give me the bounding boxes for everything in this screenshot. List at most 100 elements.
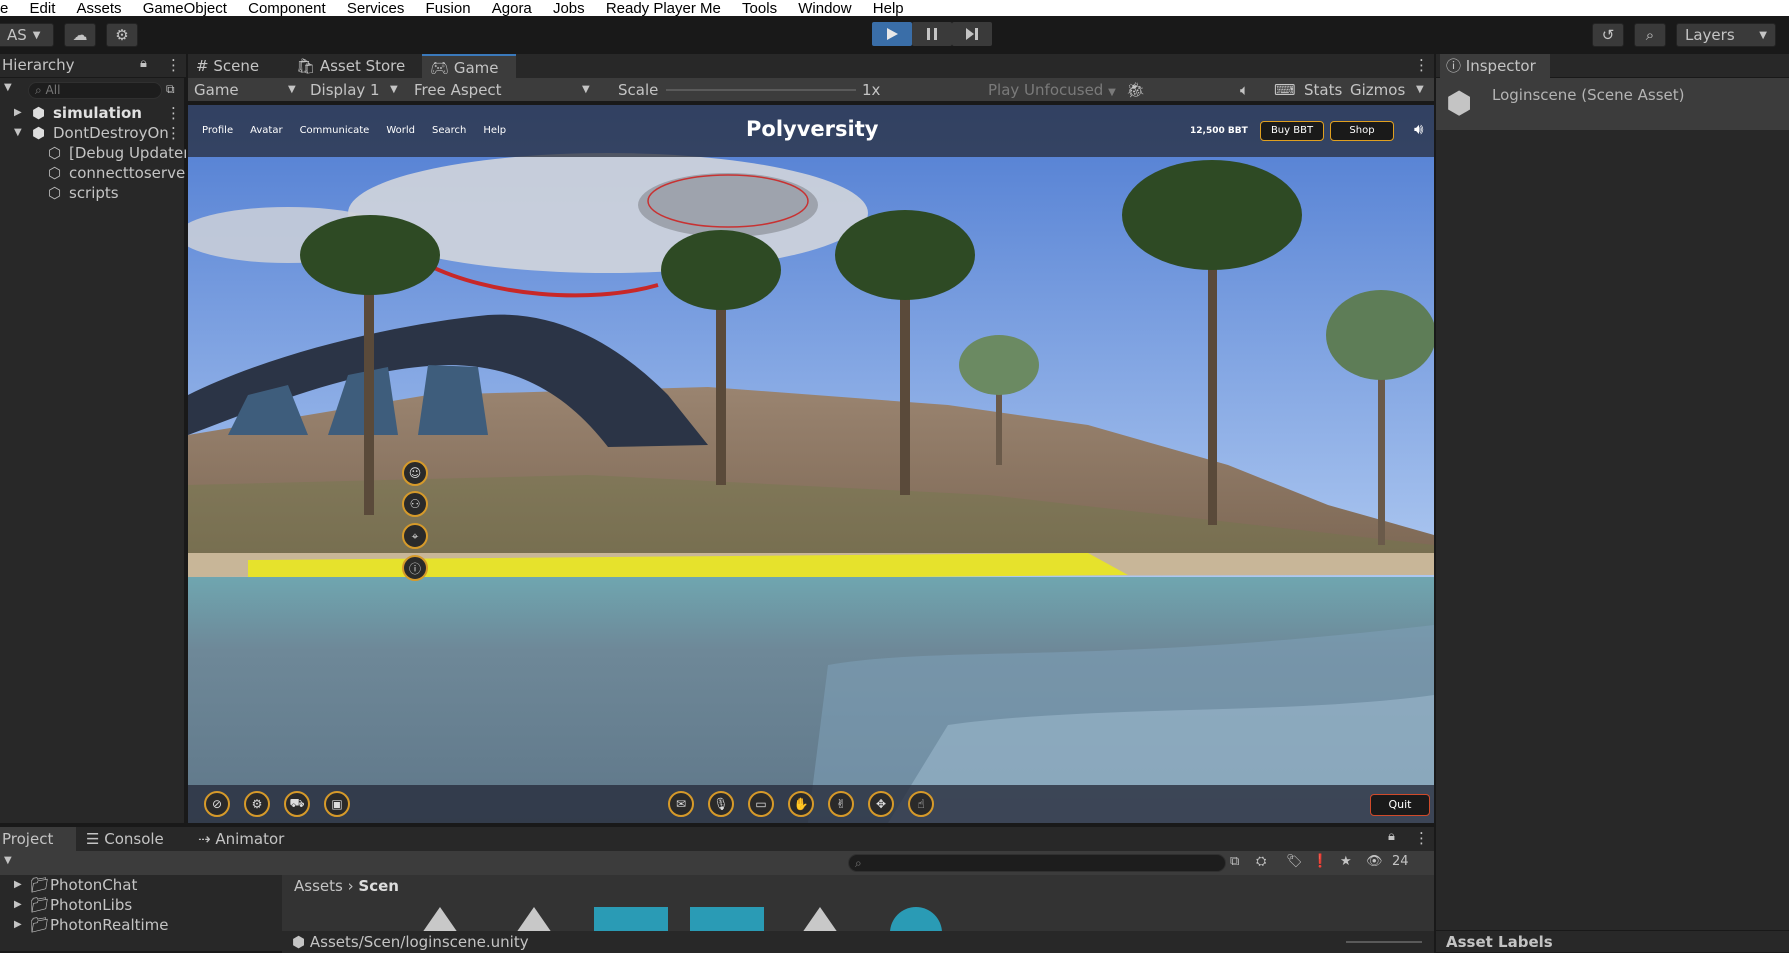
keyboard-shortcuts-icon[interactable]: ⌨ xyxy=(1274,78,1296,102)
game-mode-dropdown[interactable]: Game ▼ xyxy=(194,78,302,102)
tab-inspector[interactable]: ⓘ Inspector xyxy=(1440,54,1550,78)
compass-icon[interactable]: ⊘ xyxy=(204,791,230,817)
add-dropdown-icon[interactable]: ▼ xyxy=(4,82,12,93)
asset-labels-header[interactable]: Asset Labels xyxy=(1436,930,1789,952)
hierarchy-item-connecttoserver[interactable]: ⬡ connecttoserve xyxy=(0,163,186,183)
history-icon[interactable]: ↺ xyxy=(1592,23,1624,47)
menu-item[interactable]: e xyxy=(0,1,8,16)
add-dropdown-icon[interactable]: ▼ xyxy=(4,855,12,866)
bug-icon[interactable]: 🐞︎ xyxy=(1126,78,1145,102)
services-gear-icon[interactable]: ⚙ xyxy=(106,23,138,47)
step-button[interactable] xyxy=(952,22,992,46)
location-icon[interactable]: ⌖ xyxy=(402,523,428,549)
expand-arrow-icon[interactable]: ▶ xyxy=(14,895,22,915)
speaker-icon[interactable]: 🔊︎ xyxy=(1414,120,1423,138)
lock-icon[interactable]: 🔒︎ xyxy=(1388,829,1395,844)
aspect-dropdown[interactable]: Free Aspect ▼ xyxy=(414,78,596,102)
menu-window[interactable]: Window xyxy=(798,1,851,16)
cart-icon[interactable]: ⛟ xyxy=(284,791,310,817)
search-scene-icon[interactable]: ⧉ xyxy=(166,82,175,97)
mute-audio-icon[interactable]: 🔈︎ xyxy=(1240,78,1249,102)
cloud-icon[interactable]: ☁ xyxy=(64,23,96,47)
move-icon[interactable]: ✥ xyxy=(868,791,894,817)
project-search-input[interactable]: ⌕ xyxy=(848,854,1226,872)
layers-dropdown[interactable]: Layers ▼ xyxy=(1676,23,1776,47)
expand-arrow-icon[interactable]: ▶ xyxy=(14,103,22,123)
buy-bbt-button[interactable]: Buy BBT xyxy=(1260,121,1324,141)
expand-arrow-icon[interactable]: ▶ xyxy=(14,875,22,895)
folder-tree-item[interactable]: ▶ 📁︎ PhotonChat xyxy=(0,875,268,895)
hierarchy-item-simulation[interactable]: ▶ ⬢ simulation ⋮ xyxy=(0,103,186,123)
hierarchy-title[interactable]: Hierarchy xyxy=(2,56,75,74)
tab-console[interactable]: ☰ Console xyxy=(86,827,164,851)
robot-icon[interactable]: ⚇ xyxy=(402,491,428,517)
game-nav-search[interactable]: Search xyxy=(432,125,466,136)
hierarchy-item-debug-updater[interactable]: ⬡ [Debug Updater xyxy=(0,143,186,163)
gizmos-button[interactable]: Gizmos xyxy=(1350,78,1405,102)
menu-gameobject[interactable]: GameObject xyxy=(143,1,227,16)
display-dropdown[interactable]: Display 1 ▼ xyxy=(310,78,406,102)
menu-ready-player-me[interactable]: Ready Player Me xyxy=(606,1,721,16)
game-nav-help[interactable]: Help xyxy=(483,125,506,136)
pause-button[interactable] xyxy=(912,22,952,46)
asset-thumbnail[interactable] xyxy=(594,907,668,933)
emote-icon[interactable]: ✌ xyxy=(828,791,854,817)
tab-animator[interactable]: ⇢ Animator xyxy=(198,827,284,851)
search-icon[interactable]: ⌕ xyxy=(1634,23,1666,47)
menu-services[interactable]: Services xyxy=(347,1,405,16)
kebab-menu-icon[interactable]: ⋮ xyxy=(166,123,181,143)
asset-thumbnail[interactable] xyxy=(422,907,458,933)
tab-scene[interactable]: # Scene xyxy=(196,54,259,78)
menu-tools[interactable]: Tools xyxy=(742,1,777,16)
stats-button[interactable]: Stats xyxy=(1304,78,1342,102)
chevron-down-icon[interactable]: ▼ xyxy=(1416,78,1424,102)
game-nav-profile[interactable]: Profile xyxy=(202,125,233,136)
game-nav-avatar[interactable]: Avatar xyxy=(250,125,282,136)
label-tag-icon[interactable]: 🏷︎ xyxy=(1286,854,1303,869)
star-icon[interactable]: ★ xyxy=(1340,854,1352,869)
menu-assets[interactable]: Assets xyxy=(77,1,122,16)
info-icon[interactable]: ⓘ xyxy=(402,555,428,581)
settings-icon[interactable]: ⚙ xyxy=(244,791,270,817)
lock-icon[interactable]: 🔒︎ xyxy=(140,56,147,71)
play-button[interactable] xyxy=(872,22,912,46)
inventory-icon[interactable]: ▣ xyxy=(324,791,350,817)
quit-button[interactable]: Quit xyxy=(1370,794,1430,816)
tab-asset-store[interactable]: 🛍︎ Asset Store xyxy=(296,54,405,78)
breadcrumb-scen[interactable]: Scen xyxy=(358,877,399,895)
collapse-arrow-icon[interactable]: ▼ xyxy=(14,123,22,143)
menu-help[interactable]: Help xyxy=(873,1,904,16)
asset-thumbnail[interactable] xyxy=(690,907,764,933)
asset-thumbnail[interactable] xyxy=(516,907,552,933)
expand-arrow-icon[interactable]: ▶ xyxy=(14,915,22,935)
shop-button[interactable]: Shop xyxy=(1330,121,1394,141)
microphone-icon[interactable]: 🎙︎ xyxy=(708,791,734,817)
menu-edit[interactable]: Edit xyxy=(30,1,56,16)
folder-tree-item[interactable]: ▶ 📁︎ PhotonLibs xyxy=(0,895,268,915)
game-nav-communicate[interactable]: Communicate xyxy=(300,125,370,136)
menu-component[interactable]: Component xyxy=(248,1,326,16)
kebab-menu-icon[interactable]: ⋮ xyxy=(1414,829,1429,847)
hidden-packages-icon[interactable]: 👁︎ xyxy=(1366,854,1383,869)
menu-jobs[interactable]: Jobs xyxy=(553,1,585,16)
gesture-icon[interactable]: ✋ xyxy=(788,791,814,817)
scale-slider[interactable] xyxy=(666,89,856,91)
thumbnail-size-slider[interactable] xyxy=(1346,941,1422,943)
play-focus-dropdown[interactable]: Play Unfocused ▼ xyxy=(988,78,1120,102)
asset-thumbnail[interactable] xyxy=(890,907,942,933)
chat-icon[interactable]: ✉ xyxy=(668,791,694,817)
tab-project[interactable]: Project xyxy=(0,827,76,851)
folder-tree-item[interactable]: ▶ 📁︎ PhotonRealtime xyxy=(0,915,268,935)
hierarchy-search-input[interactable]: ⌕ All xyxy=(28,82,162,99)
screen-share-icon[interactable]: ▭ xyxy=(748,791,774,817)
character-icon[interactable]: ☺ xyxy=(402,460,428,486)
menu-agora[interactable]: Agora xyxy=(492,1,532,16)
game-viewport[interactable]: Profile Avatar Communicate World Search … xyxy=(188,105,1434,823)
filter-type-icon[interactable]: ⛭ xyxy=(1256,854,1266,869)
game-nav-world[interactable]: World xyxy=(386,125,415,136)
breadcrumb-assets[interactable]: Assets xyxy=(294,877,343,895)
hierarchy-item-scripts[interactable]: ⬡ scripts xyxy=(0,183,186,203)
kebab-menu-icon[interactable]: ⋮ xyxy=(1414,56,1429,74)
hierarchy-item-dontdestroyonload[interactable]: ▼ ⬢ DontDestroyOn ⋮ xyxy=(0,123,186,143)
hand-icon[interactable]: ☝ xyxy=(908,791,934,817)
